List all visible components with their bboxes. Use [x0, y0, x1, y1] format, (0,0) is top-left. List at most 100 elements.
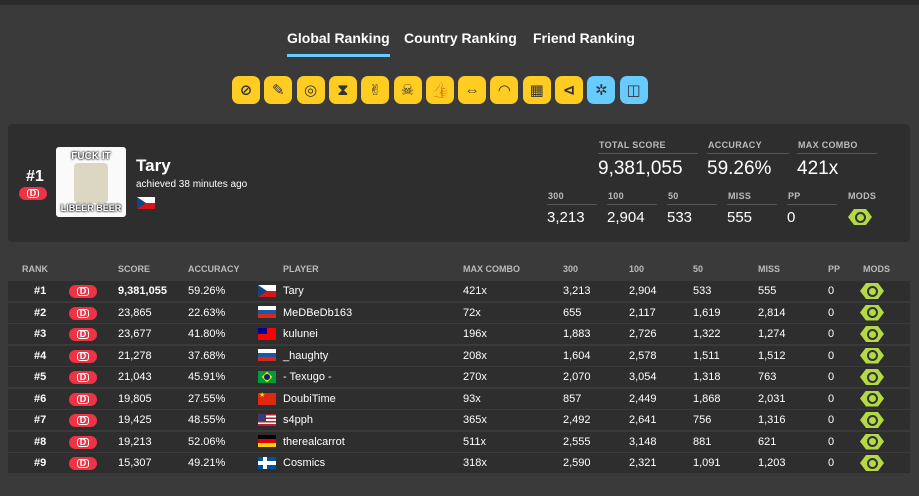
no-video-mod-icon[interactable]: [860, 304, 884, 321]
avatar[interactable]: FUCK IT LIBEER BEER: [56, 147, 126, 217]
spun-out-icon[interactable]: ✲: [587, 76, 616, 104]
table-row[interactable]: #2 D 23,865 22.63% MeDBeDb163 72x 655 2,117 1,61…: [8, 302, 910, 323]
col-header-300[interactable]: 300: [563, 264, 578, 274]
row-score: 19,425: [118, 414, 152, 426]
no-video-mod-icon[interactable]: [860, 283, 884, 299]
col-header-rank[interactable]: RANK: [22, 264, 48, 274]
row-c50: 881: [693, 435, 712, 448]
no-fail-icon[interactable]: ⊘: [232, 76, 260, 104]
no-video-mod-icon[interactable]: [860, 326, 884, 342]
country-flag-icon[interactable]: [258, 457, 276, 469]
table-row[interactable]: #4 D 21,278 37.68% _haughty 208x 1,604 2,578 1,5…: [8, 345, 910, 366]
avatar-caption-top: FUCK IT: [71, 151, 111, 162]
row-player[interactable]: _haughty: [283, 350, 328, 362]
country-flag-icon[interactable]: [258, 328, 276, 340]
max-combo-label: MAX COMBO: [798, 140, 858, 150]
row-player[interactable]: kulunei: [283, 328, 318, 340]
country-flag-icon[interactable]: [258, 285, 276, 297]
row-c100: 2,321: [629, 457, 657, 469]
row-score: 15,307: [118, 457, 152, 469]
col-header-pp[interactable]: PP: [828, 264, 840, 274]
row-c100: 3,054: [629, 371, 657, 383]
col-header-mods[interactable]: MODS: [863, 264, 890, 274]
divider: [787, 204, 837, 205]
no-video-icon[interactable]: ◎: [296, 76, 325, 104]
col-header-player[interactable]: PLAYER: [283, 264, 319, 274]
table-row[interactable]: #6 D 19,805 27.55% DoubiTime 93x 857 2,449 1,868…: [8, 388, 910, 409]
table-row[interactable]: #1 D 9,381,055 59.26% Tary 421x 3,213 2,904 533 5…: [8, 281, 910, 301]
row-score: 23,677: [118, 328, 152, 340]
row-c50: 533: [693, 285, 712, 297]
pp-label: PP: [788, 191, 801, 201]
top-player-name[interactable]: Tary: [136, 156, 171, 176]
row-c300: 857: [563, 392, 582, 405]
no-video-mod-icon[interactable]: [860, 433, 884, 450]
row-score: 23,865: [118, 306, 152, 319]
country-flag-icon[interactable]: [137, 197, 155, 209]
no-video-mod-icon[interactable]: [860, 369, 884, 385]
row-c100: 2,726: [629, 328, 657, 340]
easy-icon[interactable]: ✎: [264, 76, 293, 104]
double-time-icon[interactable]: ⇔: [458, 76, 487, 104]
country-flag-icon[interactable]: [258, 391, 276, 405]
row-max-combo: 208x: [463, 349, 487, 362]
country-flag-icon[interactable]: [258, 414, 276, 426]
hard-rock-icon[interactable]: ✌: [361, 76, 390, 104]
row-max-combo: 318x: [463, 457, 487, 469]
row-player[interactable]: Tary: [283, 285, 304, 297]
col-header-max-combo[interactable]: MAX COMBO: [463, 264, 520, 274]
flashlight-icon[interactable]: ⊲: [555, 76, 583, 104]
row-rank: #5: [34, 371, 47, 383]
table-row[interactable]: #8 D 19,213 52.06% therealcarrot 511x 2,555 3,1…: [8, 431, 910, 452]
perfect-icon[interactable]: 👍: [425, 76, 454, 104]
row-rank: #1: [34, 285, 47, 297]
hidden-icon[interactable]: ▦: [522, 76, 551, 104]
nightcore-icon[interactable]: ◠: [490, 76, 519, 104]
col-header-accuracy[interactable]: ACCURACY: [188, 264, 240, 274]
col-header-score[interactable]: SCORE: [118, 264, 150, 274]
col-header-miss[interactable]: MISS: [758, 264, 780, 274]
half-time-icon[interactable]: ⧗: [328, 76, 357, 104]
miss-value: 555: [727, 209, 753, 226]
row-player[interactable]: - Texugo -: [283, 371, 332, 383]
row-pp: 0: [828, 392, 835, 405]
row-score: 21,278: [118, 349, 152, 362]
row-player[interactable]: s4pph: [283, 414, 313, 426]
country-flag-icon[interactable]: [258, 348, 276, 361]
tab-global-ranking[interactable]: Global Ranking: [287, 30, 390, 57]
country-flag-icon[interactable]: [258, 371, 276, 383]
row-player[interactable]: therealcarrot: [283, 436, 345, 448]
grade-badge: D: [69, 457, 97, 470]
row-pp: 0: [828, 414, 835, 426]
grade-badge: D: [69, 392, 97, 406]
row-player[interactable]: Cosmics: [283, 457, 325, 469]
row-player[interactable]: DoubiTime: [283, 393, 336, 405]
row-player[interactable]: MeDBeDb163: [283, 307, 352, 319]
table-row[interactable]: #9 D 15,307 49.21% Cosmics 318x 2,590 2,321 1,09…: [8, 453, 910, 473]
tab-country-ranking[interactable]: Country Ranking: [404, 30, 517, 46]
miss-label: MISS: [728, 191, 752, 201]
tab-friend-ranking[interactable]: Friend Ranking: [533, 30, 635, 46]
col-header-100[interactable]: 100: [629, 264, 644, 274]
ranking-tabs: Global Ranking Country Ranking Friend Ra…: [0, 30, 919, 58]
table-row[interactable]: #3 D 23,677 41.80% kulunei 196x 1,883 2,726 1,32…: [8, 324, 910, 344]
col-header-50[interactable]: 50: [693, 264, 703, 274]
no-video-mod-icon[interactable]: [860, 455, 884, 471]
row-c300: 655: [563, 306, 582, 319]
table-row[interactable]: #7 D 19,425 48.55% s4pph 365x 2,492 2,641 756 1,3…: [8, 410, 910, 430]
country-flag-icon[interactable]: [258, 434, 276, 447]
row-accuracy: 22.63%: [188, 306, 226, 319]
row-miss: 763: [758, 371, 777, 383]
table-row[interactable]: #5 D 21,043 45.91% - Texugo - 270x 2,070 3,054 1…: [8, 367, 910, 387]
country-flag-icon[interactable]: [258, 305, 276, 318]
no-video-mod-icon[interactable]: [860, 347, 884, 364]
divider: [547, 204, 597, 205]
no-video-mod-icon[interactable]: [860, 412, 884, 428]
score-v2-icon[interactable]: ◫: [619, 76, 648, 104]
row-rank: #8: [34, 435, 47, 448]
count-300-label: 300: [548, 191, 564, 201]
row-accuracy: 52.06%: [188, 435, 226, 448]
sudden-death-icon[interactable]: ☠: [393, 76, 422, 104]
no-video-mod-icon[interactable]: [860, 390, 884, 407]
row-score: 19,805: [118, 392, 152, 405]
